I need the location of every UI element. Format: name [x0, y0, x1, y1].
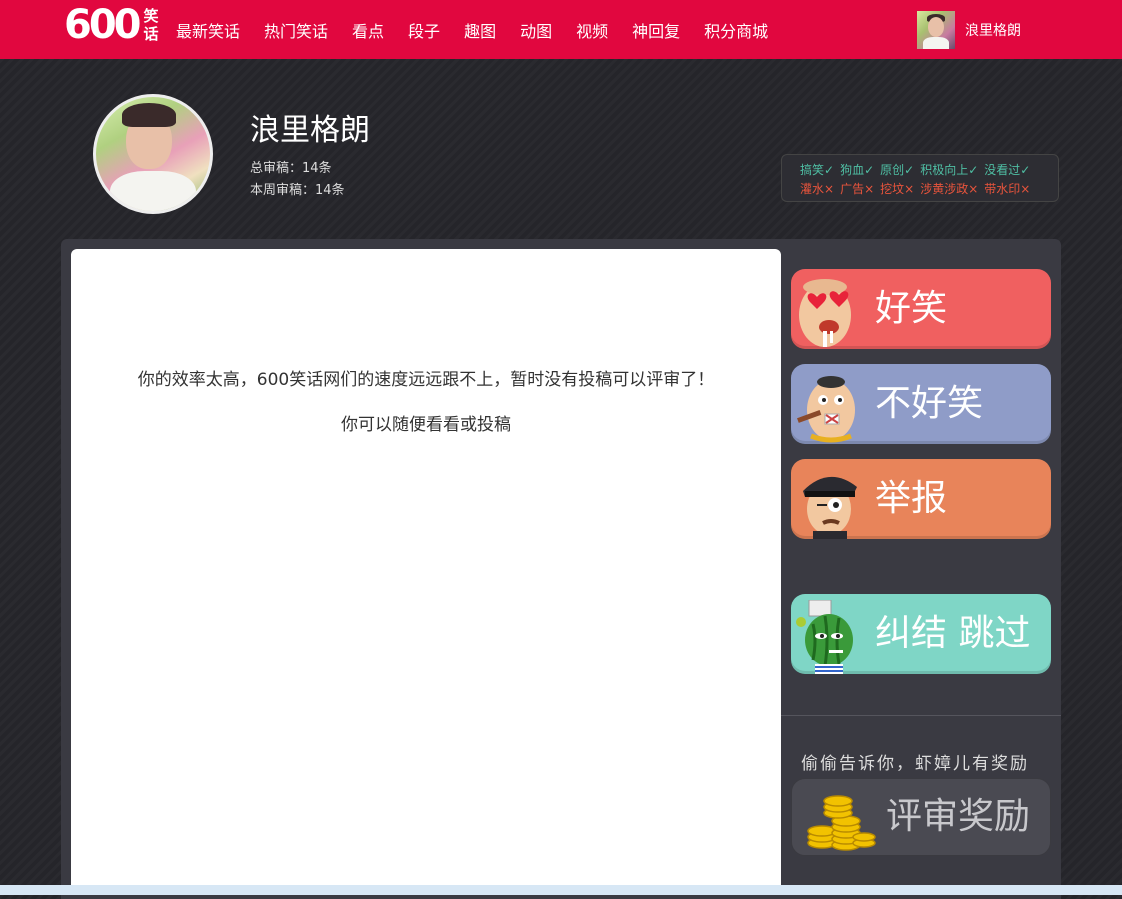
- police-face-icon: [803, 476, 857, 539]
- nav-item-video[interactable]: 视频: [576, 18, 608, 42]
- total-review-count: 总审稿：14条: [250, 161, 332, 176]
- nav-item-qutu[interactable]: 趣图: [464, 18, 496, 42]
- nav-item-dongtu[interactable]: 动图: [520, 18, 552, 42]
- rules-reject: 灌水× 广告× 挖坟× 涉黄涉政× 带水印×: [800, 182, 1031, 196]
- nav-item-kandian[interactable]: 看点: [352, 18, 384, 42]
- not-funny-label: 不好笑: [875, 383, 984, 424]
- nav-item-hot[interactable]: 热门笑话: [264, 18, 328, 42]
- empty-hint: 你可以随便看看或投稿: [341, 415, 511, 435]
- skip-label: 纠结 跳过: [875, 613, 1031, 654]
- reward-tip: 偷偷告诉你，虾嫜儿有奖励: [801, 754, 1029, 774]
- rules-accept: 搞笑✓ 狗血✓ 原创✓ 积极向上✓ 没看过✓: [800, 163, 1031, 177]
- sidebar-divider: [781, 715, 1061, 716]
- week-review-count: 本周审稿：14条: [250, 183, 345, 198]
- nav-item-duanzi[interactable]: 段子: [408, 18, 440, 42]
- review-reward-button[interactable]: 评审奖励: [791, 778, 1051, 856]
- review-reward-label: 评审奖励: [886, 796, 1031, 837]
- review-content: 你的效率太高，600笑话网们的速度远远跟不上，暂时没有投稿可以评审了！ 你可以随…: [71, 249, 781, 895]
- logo-text: 笑 话: [143, 7, 159, 43]
- review-rules-box: 搞笑✓ 狗血✓ 原创✓ 积极向上✓ 没看过✓ 灌水× 广告× 挖坟× 涉黄涉政× 带水印×: [781, 154, 1059, 202]
- user-avatar-small[interactable]: [917, 11, 955, 49]
- logo-number: 600: [64, 2, 141, 48]
- profile-name: 浪里格朗: [250, 113, 370, 148]
- heart-eyes-icon: [799, 279, 851, 347]
- submit-link[interactable]: 投稿: [477, 415, 511, 435]
- main-nav: 最新笑话 热门笑话 看点 段子 趣图 动图 视频 神回复 积分商城: [176, 0, 792, 59]
- report-button[interactable]: 举报: [791, 459, 1051, 539]
- not-funny-button[interactable]: 不好笑: [791, 364, 1051, 444]
- user-menu[interactable]: 浪里格朗: [917, 11, 1021, 49]
- nav-item-latest[interactable]: 最新笑话: [176, 18, 240, 42]
- bottom-bar: [0, 885, 1122, 895]
- gold-coins-icon: [807, 795, 876, 851]
- user-name-small[interactable]: 浪里格朗: [965, 20, 1021, 40]
- watermelon-face-icon: [796, 600, 853, 674]
- nav-item-shop[interactable]: 积分商城: [704, 18, 768, 42]
- report-label: 举报: [875, 478, 948, 519]
- nav-item-shenhuifu[interactable]: 神回复: [632, 18, 680, 42]
- funny-button[interactable]: 好笑: [791, 269, 1051, 349]
- site-logo[interactable]: 600 笑 话: [64, 4, 159, 46]
- skip-button[interactable]: 纠结 跳过: [791, 594, 1051, 674]
- funny-label: 好笑: [875, 288, 948, 329]
- browse-link[interactable]: 随便看看: [392, 415, 460, 435]
- bored-face-icon: [797, 376, 855, 443]
- empty-message: 你的效率太高，600笑话网们的速度远远跟不上，暂时没有投稿可以评审了！: [137, 370, 715, 390]
- user-avatar: [93, 94, 213, 214]
- top-navbar: 600 笑 话 最新笑话 热门笑话 看点 段子 趣图 动图 视频 神回复 积分商…: [0, 0, 1122, 59]
